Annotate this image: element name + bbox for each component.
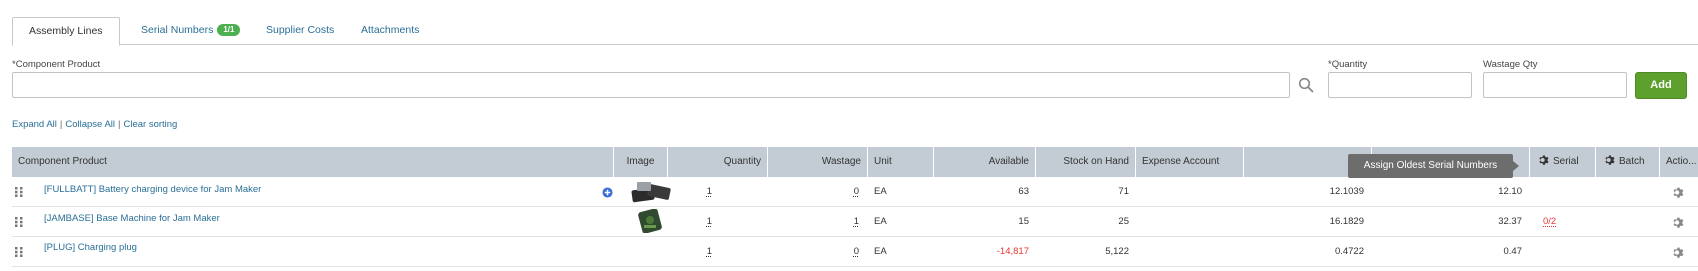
col-actions: Actio...	[1666, 156, 1697, 167]
assign-serials-tooltip: Assign Oldest Serial Numbers	[1348, 154, 1519, 178]
gear-icon	[1605, 155, 1615, 165]
component-product-label: *Component Product	[12, 59, 101, 70]
col-batch[interactable]: Batch	[1596, 147, 1660, 177]
quantity-value[interactable]: 1	[668, 207, 712, 237]
expand-all-link[interactable]: Expand All	[12, 119, 57, 130]
wastage-qty-label: Wastage Qty	[1483, 59, 1538, 70]
drag-handle-icon[interactable]	[15, 187, 23, 197]
wastage-value[interactable]: 0	[768, 177, 859, 207]
product-link[interactable]: [PLUG] Charging plug	[44, 233, 137, 263]
col-quantity[interactable]: Quantity	[668, 147, 768, 177]
wastage-value[interactable]: 1	[768, 207, 859, 237]
drag-handle-icon[interactable]	[15, 247, 23, 257]
add-circle-icon[interactable]	[602, 187, 613, 198]
total-cost-value: 32.37	[1498, 216, 1522, 227]
unit-value: EA	[874, 216, 887, 227]
tab-assembly-lines[interactable]: Assembly Lines	[12, 17, 120, 46]
tab-label: Serial Numbers	[141, 24, 214, 36]
stock-value: 25	[1118, 216, 1129, 227]
unit-value: EA	[874, 246, 887, 257]
col-stock-on-hand[interactable]: Stock on Hand	[1036, 147, 1136, 177]
unit-cost-value: 16.1829	[1329, 216, 1364, 227]
table-row[interactable]: [FULLBATT] Battery charging device for J…	[12, 177, 1698, 207]
tab-attachments[interactable]: Attachments	[345, 17, 435, 45]
stock-value: 5,122	[1105, 246, 1129, 257]
col-image: Image	[614, 147, 668, 177]
available-value: -14,817	[996, 246, 1029, 257]
tab-supplier-costs[interactable]: Supplier Costs	[250, 17, 350, 45]
unit-value: EA	[874, 186, 887, 197]
col-unit[interactable]: Unit	[868, 147, 934, 177]
quantity-label: *Quantity	[1328, 59, 1368, 70]
wastage-qty-input[interactable]	[1483, 72, 1627, 98]
serial-count-badge: 1/1	[217, 24, 241, 36]
product-link[interactable]: [JAMBASE] Base Machine for Jam Maker	[44, 204, 220, 234]
table-actions-links: Expand All | Collapse All | Clear sorting	[12, 119, 178, 130]
row-settings-gear-icon[interactable]	[1672, 216, 1685, 229]
total-cost-value: 0.47	[1503, 246, 1523, 257]
search-icon[interactable]	[1298, 77, 1314, 93]
row-settings-gear-icon[interactable]	[1672, 186, 1685, 199]
tab-label: Supplier Costs	[266, 24, 335, 36]
table-row[interactable]: [PLUG] Charging plug 1 0 EA -14,817 5,12…	[12, 237, 1698, 267]
wastage-value[interactable]: 0	[768, 237, 859, 267]
tab-serial-numbers[interactable]: Serial Numbers 1/1	[125, 17, 256, 45]
available-value: 15	[1018, 216, 1029, 227]
available-value: 63	[1018, 186, 1029, 197]
component-product-input[interactable]	[12, 72, 1290, 98]
stock-value: 71	[1118, 186, 1129, 197]
unit-cost-value: 0.4722	[1334, 246, 1364, 257]
quantity-value[interactable]: 1	[668, 237, 712, 267]
total-cost-value: 12.10	[1498, 186, 1522, 197]
quantity-input[interactable]	[1328, 72, 1472, 98]
tab-label: Assembly Lines	[29, 25, 103, 37]
gear-icon	[1539, 155, 1549, 165]
add-button[interactable]: Add	[1635, 72, 1687, 99]
col-serial[interactable]: Serial	[1530, 147, 1596, 177]
unit-cost-value: 12.1039	[1329, 186, 1364, 197]
col-component-product[interactable]: Component Product	[12, 147, 614, 177]
product-link[interactable]: [FULLBATT] Battery charging device for J…	[44, 175, 261, 205]
tab-bar: Assembly Lines Serial Numbers 1/1 Supplie…	[12, 17, 1698, 46]
row-settings-gear-icon[interactable]	[1672, 246, 1685, 259]
col-available[interactable]: Available	[934, 147, 1036, 177]
product-image	[631, 182, 671, 203]
collapse-all-link[interactable]: Collapse All	[65, 119, 115, 130]
tab-label: Attachments	[361, 24, 420, 36]
table-row[interactable]: [JAMBASE] Base Machine for Jam Maker 1 1…	[12, 207, 1698, 237]
product-image	[638, 209, 662, 233]
col-expense-account[interactable]: Expense Account	[1136, 147, 1244, 177]
drag-handle-icon[interactable]	[15, 217, 23, 227]
col-wastage[interactable]: Wastage	[768, 147, 868, 177]
clear-sorting-link[interactable]: Clear sorting	[123, 119, 177, 130]
quantity-value[interactable]: 1	[668, 177, 712, 207]
serial-count-link[interactable]: 0/2	[1543, 207, 1556, 237]
